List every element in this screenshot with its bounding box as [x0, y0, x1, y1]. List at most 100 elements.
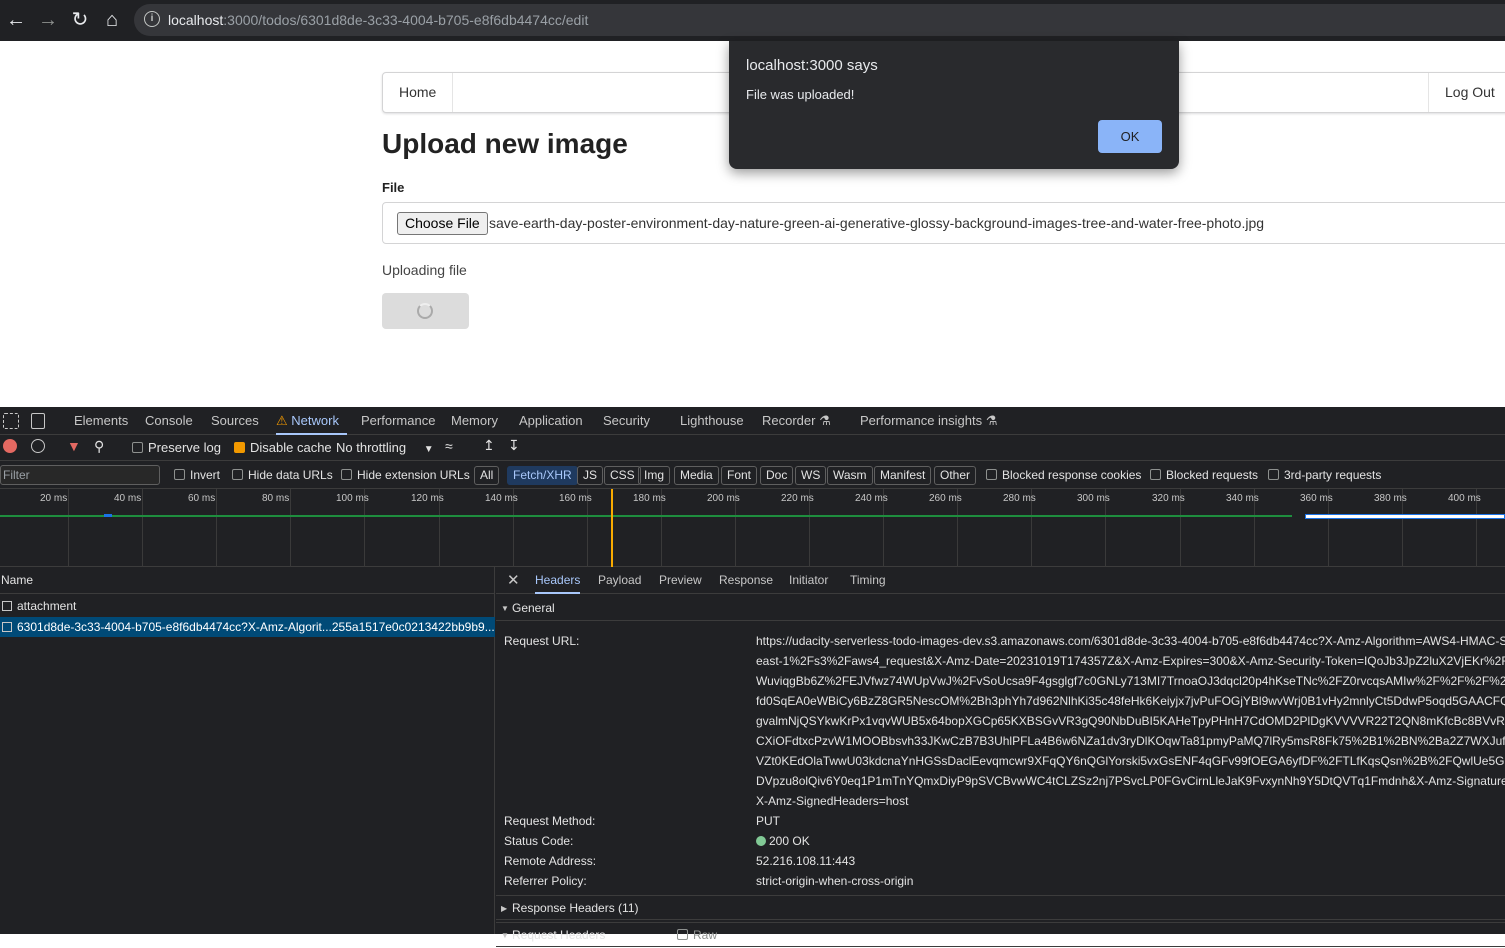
request-row-selected[interactable]: 6301d8de-3c33-4004-b705-e8f6db4474cc?X-A…: [0, 617, 495, 637]
search-icon[interactable]: ⚲: [94, 438, 104, 454]
preserve-log-checkbox[interactable]: Preserve log: [132, 440, 221, 456]
network-conditions-icon[interactable]: ≈: [445, 438, 453, 454]
record-stop-icon[interactable]: [3, 439, 17, 453]
home-icon[interactable]: ⌂: [100, 8, 124, 32]
filter-css[interactable]: CSS: [604, 466, 641, 485]
network-toolbar: ▼ ⚲ Preserve log Disable cache No thrott…: [0, 435, 1505, 461]
invert-checkbox[interactable]: Invert: [174, 467, 220, 483]
request-url-line: CXiOFdtxcPzvW1MOOBbsvh33JKwCzB7B3UhlPFLa…: [756, 734, 1505, 748]
inspect-element-icon[interactable]: [3, 413, 19, 429]
referrer-policy-label: Referrer Policy:: [504, 874, 587, 888]
tab-sources[interactable]: Sources: [211, 407, 259, 435]
tab-console[interactable]: Console: [145, 407, 193, 435]
timeline-tick-label: 60 ms: [188, 493, 216, 504]
timeline-tick-label: 260 ms: [929, 493, 962, 504]
request-url-line: X-Amz-SignedHeaders=host: [756, 794, 909, 808]
file-label: File: [382, 180, 405, 195]
timeline-bar-blue: [104, 514, 112, 517]
forward-arrow-icon[interactable]: →: [36, 8, 60, 32]
import-har-icon[interactable]: ↥: [483, 437, 495, 453]
tab-application[interactable]: Application: [519, 407, 583, 435]
filter-manifest[interactable]: Manifest: [874, 466, 932, 485]
tab-performance-insights[interactable]: Performance insights ⚗: [860, 407, 997, 435]
filter-other[interactable]: Other: [934, 466, 977, 485]
hide-extension-urls-checkbox[interactable]: Hide extension URLs: [341, 467, 470, 483]
timeline-tick-label: 80 ms: [262, 493, 290, 504]
name-column-header[interactable]: Name: [0, 567, 495, 594]
menu-home-link[interactable]: Home: [383, 73, 454, 112]
filter-fetch-xhr[interactable]: Fetch/XHR: [507, 466, 578, 485]
timeline-tick-label: 320 ms: [1152, 493, 1185, 504]
disable-cache-checkbox[interactable]: Disable cache: [234, 440, 332, 456]
clear-icon[interactable]: [31, 439, 45, 453]
filter-media[interactable]: Media: [674, 466, 719, 485]
alert-dialog: localhost:3000 says File was uploaded! O…: [729, 41, 1179, 169]
tab-memory[interactable]: Memory: [451, 407, 498, 435]
tab-elements[interactable]: Elements: [74, 407, 128, 435]
filter-font[interactable]: Font: [721, 466, 758, 485]
network-timeline[interactable]: 20 ms 40 ms 60 ms 80 ms 100 ms 120 ms 140 ms 16…: [0, 489, 1505, 567]
hide-data-urls-checkbox[interactable]: Hide data URLs: [232, 467, 333, 483]
tab-lighthouse[interactable]: Lighthouse: [680, 407, 744, 435]
timeline-tick-label: 240 ms: [855, 493, 888, 504]
choose-file-button[interactable]: Choose File: [397, 212, 488, 235]
reload-icon[interactable]: ↻: [68, 8, 92, 32]
filter-icon[interactable]: ▼: [67, 438, 81, 454]
request-url-line: DVpzu8olQiv6Y0eq1P1mTnYQmxDiyP9pSVCBvwWC…: [756, 774, 1505, 788]
filter-doc[interactable]: Doc: [760, 466, 794, 485]
filter-all[interactable]: All: [474, 466, 500, 485]
tab-headers[interactable]: Headers: [535, 567, 581, 594]
filter-wasm[interactable]: Wasm: [827, 466, 873, 485]
address-bar[interactable]: i localhost:3000/todos/6301d8de-3c33-400…: [134, 4, 1505, 36]
raw-toggle[interactable]: Raw: [677, 923, 717, 948]
flask-icon: ⚗: [985, 413, 998, 428]
device-toolbar-icon[interactable]: [31, 413, 45, 429]
tab-initiator[interactable]: Initiator: [789, 567, 828, 594]
checkbox-icon: [174, 469, 185, 480]
filter-img[interactable]: Img: [638, 466, 671, 485]
menu-logout-link[interactable]: Log Out: [1428, 73, 1505, 112]
request-row[interactable]: attachment: [0, 596, 495, 616]
close-icon[interactable]: ✕: [507, 567, 520, 594]
response-headers-section[interactable]: ▶ Response Headers (11): [496, 895, 1505, 920]
export-har-icon[interactable]: ↧: [508, 437, 520, 453]
request-url-line: VZt0KEdOlaTwwU03kdcnaYnHGSsDaclEevqmcwr9…: [756, 754, 1505, 768]
request-url-line: fd0SqEA0eWBiCy6BzZ8GR5NescOM%2Bh3phYh7d9…: [756, 694, 1505, 708]
timeline-gridline: [216, 489, 217, 567]
filter-input[interactable]: Filter: [0, 465, 160, 485]
request-headers-section[interactable]: ▼ Request Headers Raw: [496, 922, 1505, 947]
tab-security[interactable]: Security: [603, 407, 650, 435]
tab-network[interactable]: ⚠ Network: [276, 407, 347, 435]
back-arrow-icon[interactable]: ←: [4, 8, 28, 32]
expand-triangle-icon: ▼: [501, 604, 509, 613]
timeline-tick-label: 340 ms: [1226, 493, 1259, 504]
site-info-icon[interactable]: i: [144, 11, 160, 27]
checkbox-icon: [986, 469, 997, 480]
devtools-panel: Elements Console Sources ⚠ Network Perfo…: [0, 407, 1505, 947]
checkbox-checked-icon: [234, 442, 245, 453]
filter-js[interactable]: JS: [577, 466, 604, 485]
document-icon: [2, 622, 12, 632]
throttling-select[interactable]: No throttling ▼: [336, 440, 434, 458]
timeline-tick-label: 140 ms: [485, 493, 518, 504]
tab-recorder[interactable]: Recorder ⚗: [762, 407, 831, 435]
timeline-tick-label: 100 ms: [336, 493, 369, 504]
blocked-cookies-checkbox[interactable]: Blocked response cookies: [986, 467, 1141, 483]
details-tabbar: ✕ Headers Payload Preview Response Initi…: [496, 567, 1505, 594]
dialog-ok-button[interactable]: OK: [1098, 120, 1162, 153]
tab-preview[interactable]: Preview: [659, 567, 702, 594]
request-list: Name attachment 6301d8de-3c33-4004-b705-…: [0, 567, 495, 934]
dropdown-arrow-icon: ▼: [423, 444, 434, 455]
tab-response[interactable]: Response: [719, 567, 773, 594]
tab-performance[interactable]: Performance: [361, 407, 435, 435]
filter-ws[interactable]: WS: [795, 466, 827, 485]
address-url: localhost:3000/todos/6301d8de-3c33-4004-…: [168, 12, 589, 28]
blocked-requests-checkbox[interactable]: Blocked requests: [1150, 467, 1258, 483]
third-party-checkbox[interactable]: 3rd-party requests: [1268, 467, 1381, 483]
devtools-tabbar: Elements Console Sources ⚠ Network Perfo…: [0, 407, 1505, 435]
file-input[interactable]: Choose File save-earth-day-poster-enviro…: [382, 202, 1505, 244]
tab-timing[interactable]: Timing: [850, 567, 886, 594]
request-method-value: PUT: [756, 814, 780, 828]
tab-payload[interactable]: Payload: [598, 567, 641, 594]
general-section-header[interactable]: ▼ General: [496, 596, 1505, 621]
